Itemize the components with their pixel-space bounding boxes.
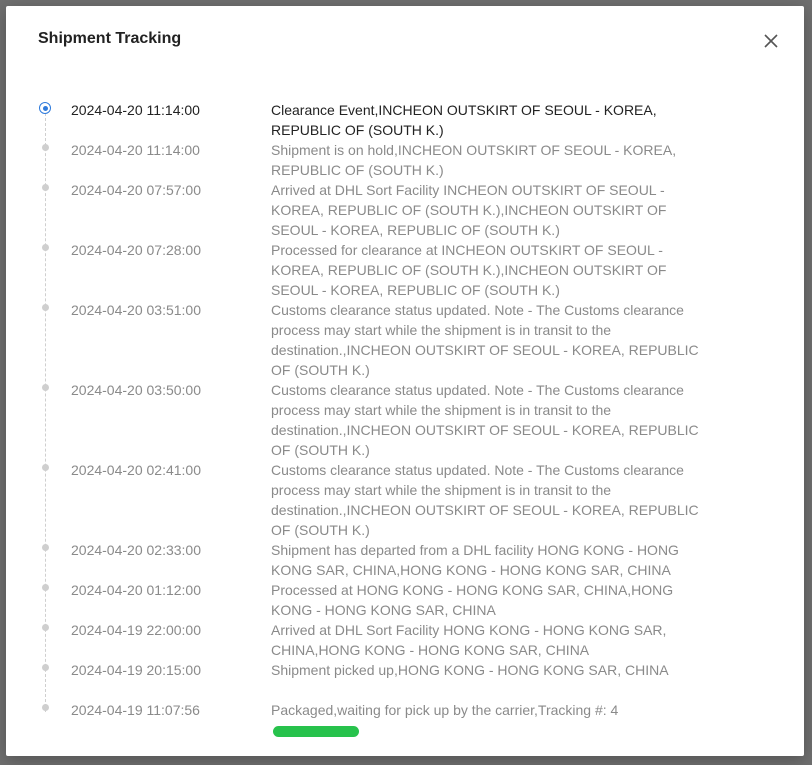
event-description: Shipment is on hold,INCHEON OUTSKIRT OF … xyxy=(271,142,677,178)
event-description: Customs clearance status updated. Note -… xyxy=(271,382,699,458)
event-time: 2024-04-20 01:12:00 xyxy=(71,582,201,598)
timeline-dot-icon xyxy=(42,664,49,671)
event-description: Customs clearance status updated. Note -… xyxy=(271,462,699,538)
event-time: 2024-04-20 11:14:00 xyxy=(71,102,200,118)
event-description: Arrived at DHL Sort Facility INCHEON OUT… xyxy=(271,182,667,238)
timeline-dot-icon xyxy=(42,384,49,391)
event-description: Arrived at DHL Sort Facility HONG KONG -… xyxy=(271,622,667,658)
event-time: 2024-04-19 22:00:00 xyxy=(71,622,201,638)
close-icon[interactable] xyxy=(760,30,782,52)
timeline-dot-icon xyxy=(42,584,49,591)
event-description-text: Packaged,waiting for pick up by the carr… xyxy=(271,702,619,718)
event-description: Processed at HONG KONG - HONG KONG SAR, … xyxy=(271,582,674,618)
event-description: Customs clearance status updated. Note -… xyxy=(271,302,699,378)
timeline-dot-icon xyxy=(42,184,49,191)
event-time: 2024-04-20 02:41:00 xyxy=(71,462,201,478)
timeline-dot-icon xyxy=(42,244,49,251)
event-description: Shipment picked up,HONG KONG - HONG KONG… xyxy=(271,662,669,678)
event-description: Processed for clearance at INCHEON OUTSK… xyxy=(271,242,667,298)
event-description: Clearance Event,INCHEON OUTSKIRT OF SEOU… xyxy=(271,102,657,138)
event-time: 2024-04-19 20:15:00 xyxy=(71,662,201,678)
event-description: Shipment has departed from a DHL facilit… xyxy=(271,542,679,578)
shipment-tracking-dialog: Shipment Tracking 2024-04-20 11:14:00 Cl… xyxy=(6,6,804,756)
timeline-dot-icon xyxy=(42,704,49,711)
event-time: 2024-04-20 03:50:00 xyxy=(71,382,201,398)
dialog-title: Shipment Tracking xyxy=(38,30,182,47)
event-time: 2024-04-20 03:51:00 xyxy=(71,302,201,318)
event-description: Packaged,waiting for pick up by the carr… xyxy=(271,700,706,740)
event-time: 2024-04-20 11:14:00 xyxy=(71,142,200,158)
event-time: 2024-04-20 07:28:00 xyxy=(71,242,201,258)
event-time: 2024-04-20 07:57:00 xyxy=(71,182,201,198)
event-time: 2024-04-19 11:07:56 xyxy=(71,702,200,718)
redacted-tracking-number xyxy=(273,725,359,737)
timeline-dot-icon xyxy=(42,624,49,631)
event-time: 2024-04-20 02:33:00 xyxy=(71,542,201,558)
current-status-dot-icon xyxy=(39,102,51,114)
timeline-dot-icon xyxy=(42,544,49,551)
timeline-dot-icon xyxy=(42,304,49,311)
timeline-dot-icon xyxy=(42,144,49,151)
timeline-rail xyxy=(45,108,46,712)
timeline-dot-icon xyxy=(42,464,49,471)
